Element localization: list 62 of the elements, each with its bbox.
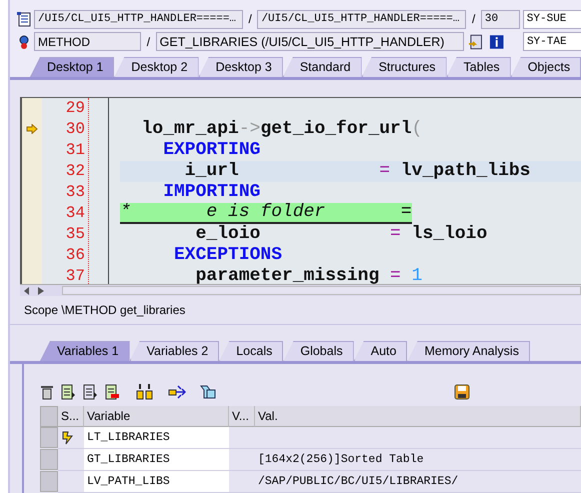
table-cell: LV_PATH_LIBS: [84, 471, 229, 493]
event-type-field[interactable]: METHOD: [34, 32, 142, 52]
line-number: 35: [64, 224, 86, 245]
column-header[interactable]: V...: [229, 406, 255, 427]
tab[interactable]: Structures: [362, 57, 447, 77]
code-line: e_loio = ls_loio: [194, 224, 488, 245]
scope-label: Scope \METHOD get_libraries: [24, 303, 186, 318]
line-number: 37: [64, 266, 86, 284]
tab[interactable]: Globals: [283, 341, 354, 361]
funnel-icon[interactable]: [200, 384, 216, 400]
line-field[interactable]: 30: [480, 10, 520, 29]
separator: /: [470, 12, 476, 26]
tab[interactable]: Memory Analysis: [407, 341, 530, 361]
column-header[interactable]: Val.: [255, 406, 581, 427]
save-icon[interactable]: [454, 384, 470, 400]
document-icon: [16, 11, 32, 28]
program-field[interactable]: /UI5/CL_UI5_HTTP_HANDLER=====…: [34, 10, 243, 29]
tab[interactable]: Variables 2: [130, 341, 220, 361]
transfer-icon[interactable]: [168, 384, 186, 400]
line-number: 29: [64, 98, 86, 119]
document-icon[interactable]: [82, 384, 98, 400]
tab[interactable]: Desktop 2: [114, 57, 199, 77]
separator: /: [146, 34, 152, 49]
table-cell: GT_LIBRARIES: [84, 449, 229, 471]
tab[interactable]: Locals: [219, 341, 284, 361]
event-field[interactable]: GET_LIBRARIES (/UI5/CL_UI5_HTTP_HANDLER): [156, 32, 464, 52]
tab[interactable]: Objects: [510, 57, 581, 77]
trash-icon[interactable]: [40, 384, 54, 400]
system-field[interactable]: SY-SUE: [522, 10, 581, 29]
code-line: parameter_missing = 1: [194, 266, 424, 284]
system-field[interactable]: SY-TAE: [522, 32, 581, 52]
horizontal-scrollbar[interactable]: [20, 284, 581, 296]
document-delete-icon[interactable]: [104, 384, 120, 400]
code-editor[interactable]: 29 30 31 32 33 34 35 36 37 lo_mr_api->get_io_for_url( EXPORTING i_url = lv_path_libs IMPORTING * e is folder = e_loio = ls_loio EXCEPTIONS parameter_missing = 1: [20, 97, 581, 284]
table-cell: LT_LIBRARIES: [84, 427, 229, 449]
separator: /: [248, 12, 253, 26]
line-number: 30: [64, 119, 86, 140]
tab[interactable]: Desktop 3: [198, 57, 283, 77]
code-line: EXPORTING: [162, 140, 262, 161]
column-header[interactable]: Variable: [84, 406, 229, 427]
column-header[interactable]: S...: [58, 406, 84, 427]
code-line: IMPORTING: [162, 182, 262, 203]
line-number: 33: [64, 182, 86, 203]
tab[interactable]: Tables: [446, 57, 511, 77]
columns-icon[interactable]: [136, 384, 154, 400]
info-icon[interactable]: [488, 34, 504, 50]
tab[interactable]: Auto: [354, 341, 408, 361]
left-arrow-icon[interactable]: [24, 286, 30, 295]
include-field[interactable]: /UI5/CL_UI5_HTTP_HANDLER=====…: [257, 10, 466, 29]
table-cell: /SAP/PUBLIC/BC/UI5/LIBRARIES/: [258, 475, 458, 488]
line-number: 32: [64, 161, 86, 182]
code-line: EXCEPTIONS: [173, 245, 284, 266]
line-number: 34: [64, 203, 86, 224]
table-cell: [164x2(256)]Sorted Table: [258, 453, 424, 466]
tab[interactable]: Variables 1: [40, 341, 130, 361]
document-icon[interactable]: [60, 384, 76, 400]
right-arrow-icon[interactable]: [38, 286, 44, 295]
line-number: 31: [64, 140, 86, 161]
line-number: 36: [64, 245, 86, 266]
tab[interactable]: Desktop 1: [30, 57, 114, 77]
tab[interactable]: Standard: [282, 57, 362, 77]
code-line: lo_mr_api->get_io_for_url(: [140, 119, 424, 140]
